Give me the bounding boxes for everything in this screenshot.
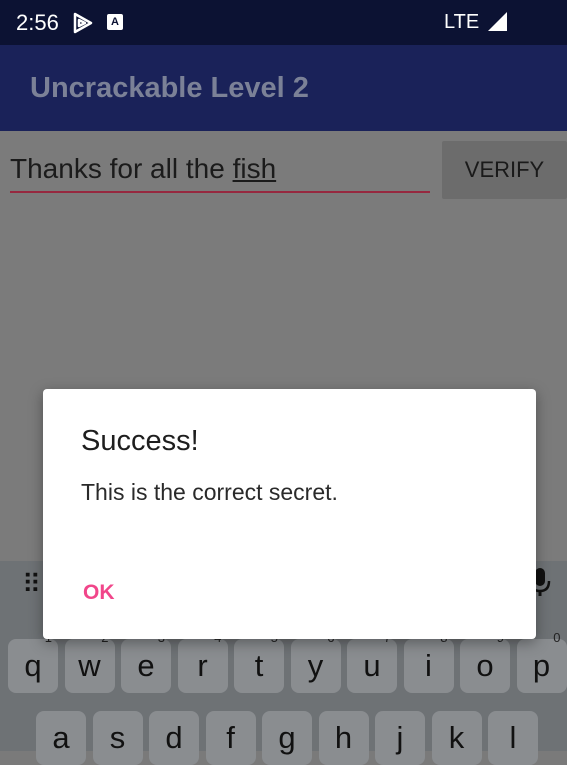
secret-input[interactable]: Thanks for all the fish bbox=[10, 151, 430, 193]
key-label: e bbox=[137, 648, 155, 683]
key-label: y bbox=[307, 648, 324, 683]
success-dialog: Success! This is the correct secret. OK bbox=[43, 389, 536, 639]
key-label: i bbox=[425, 648, 432, 683]
key-d[interactable]: d bbox=[149, 711, 199, 765]
status-time: 2:56 bbox=[16, 10, 59, 35]
ok-button[interactable]: OK bbox=[67, 577, 131, 609]
key-r[interactable]: r4 bbox=[177, 631, 228, 693]
status-bar: 2:56 A LTE bbox=[0, 0, 567, 45]
key-j[interactable]: j bbox=[375, 711, 425, 765]
cell-signal-icon bbox=[486, 12, 508, 37]
key-i[interactable]: i8 bbox=[403, 631, 454, 693]
key-o[interactable]: o9 bbox=[460, 631, 510, 693]
key-h[interactable]: h bbox=[318, 711, 369, 765]
key-label: t bbox=[254, 648, 264, 683]
verify-button[interactable]: VERIFY bbox=[442, 141, 567, 199]
key-label: o bbox=[476, 648, 494, 683]
key-y[interactable]: y6 bbox=[290, 631, 341, 693]
key-g[interactable]: g bbox=[262, 711, 312, 765]
key-f[interactable]: f bbox=[205, 711, 256, 765]
keyboard-menu-icon[interactable]: ⠿ bbox=[22, 569, 41, 600]
key-q[interactable]: q1 bbox=[8, 631, 58, 693]
app-bar: Uncrackable Level 2 bbox=[0, 45, 567, 131]
key-label: p bbox=[532, 648, 551, 683]
key-t[interactable]: t5 bbox=[234, 631, 284, 693]
key-label: u bbox=[363, 648, 381, 683]
key-label: r bbox=[197, 648, 208, 683]
key-w[interactable]: w2 bbox=[64, 631, 115, 693]
app-title: Uncrackable Level 2 bbox=[30, 72, 309, 104]
dialog-title: Success! bbox=[81, 425, 199, 457]
accessibility-a-icon: A bbox=[107, 14, 123, 30]
key-label: w bbox=[78, 648, 101, 683]
network-type: LTE bbox=[444, 11, 480, 33]
key-s[interactable]: s bbox=[92, 711, 143, 765]
secret-input-text: Thanks for all the bbox=[10, 153, 233, 184]
key-e[interactable]: e3 bbox=[121, 631, 171, 693]
dialog-message: This is the correct secret. bbox=[81, 479, 338, 505]
key-u[interactable]: u7 bbox=[347, 631, 397, 693]
key-hint: 0 bbox=[553, 630, 561, 645]
key-l[interactable]: l bbox=[488, 711, 538, 765]
key-k[interactable]: k bbox=[431, 711, 482, 765]
secret-input-composing-word: fish bbox=[232, 153, 277, 184]
key-label: q bbox=[24, 648, 42, 683]
play-protect-icon bbox=[72, 12, 94, 39]
key-p[interactable]: p0 bbox=[516, 631, 567, 693]
key-a[interactable]: a bbox=[36, 711, 86, 765]
